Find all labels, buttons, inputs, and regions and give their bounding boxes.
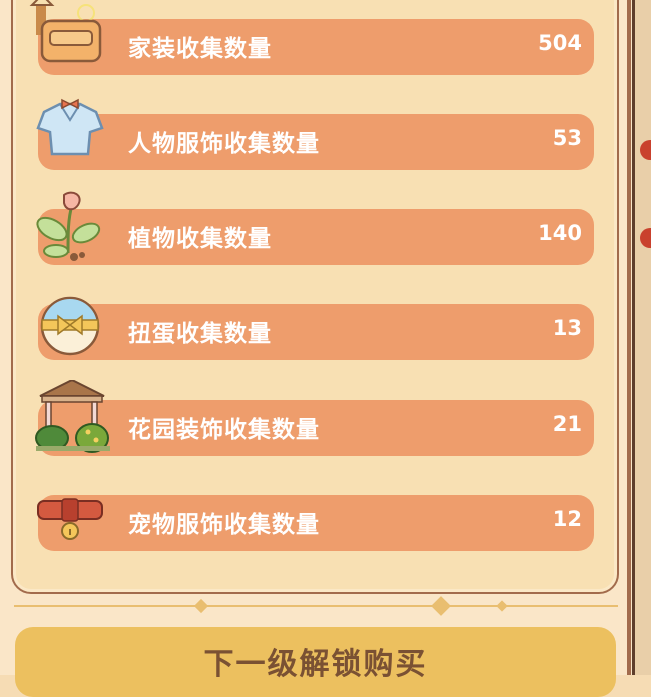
row-label: 人物服饰收集数量 xyxy=(128,131,320,157)
row-label: 植物收集数量 xyxy=(128,226,272,252)
panel-right-border xyxy=(627,0,631,675)
unlock-next-level-button[interactable]: 下一级解锁购买 xyxy=(15,627,616,697)
collection-row-clothing: 人物服饰收集数量 53 xyxy=(36,98,594,170)
plant-icon xyxy=(36,191,101,261)
divider-line xyxy=(14,605,618,607)
collection-row-pet-clothing: 宠物服饰收集数量 12 xyxy=(37,495,594,551)
row-count: 140 xyxy=(538,221,582,245)
row-label: 扭蛋收集数量 xyxy=(128,321,272,347)
collection-row-gacha: 扭蛋收集数量 13 xyxy=(38,296,594,360)
shirt-icon xyxy=(36,98,104,156)
ornament-divider xyxy=(14,596,618,616)
collection-row-garden: 花园装饰收集数量 21 xyxy=(35,380,594,456)
unlock-button-label: 下一级解锁购买 xyxy=(203,647,428,682)
row-count: 21 xyxy=(552,412,582,436)
sofa-icon xyxy=(29,0,102,63)
divider-diamond xyxy=(496,600,508,612)
row-count: 12 xyxy=(552,507,582,531)
row-label: 宠物服饰收集数量 xyxy=(128,512,320,538)
collection-row-furniture: 家装收集数量 504 xyxy=(29,0,594,75)
row-label: 家装收集数量 xyxy=(128,36,272,62)
pet-collar-icon xyxy=(37,498,103,540)
background-strip xyxy=(632,0,651,675)
row-count: 53 xyxy=(552,126,582,150)
row-count: 504 xyxy=(538,31,582,55)
collection-row-plants: 植物收集数量 140 xyxy=(36,191,594,265)
row-count: 13 xyxy=(552,316,582,340)
gacha-egg-icon xyxy=(40,296,100,356)
row-label: 花园装饰收集数量 xyxy=(128,417,320,443)
gazebo-icon xyxy=(35,380,110,453)
